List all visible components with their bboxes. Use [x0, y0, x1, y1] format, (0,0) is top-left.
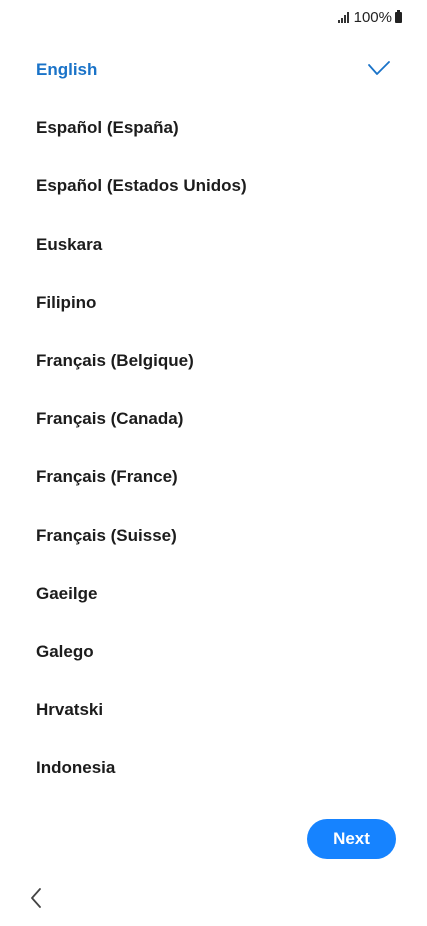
language-item[interactable]: Français (Canada) — [0, 390, 427, 448]
language-item[interactable]: Español (España) — [0, 99, 427, 157]
chevron-left-icon — [31, 888, 41, 908]
language-label: Filipino — [36, 292, 97, 312]
language-item[interactable]: English — [0, 41, 427, 99]
language-label: Hrvatski — [36, 700, 104, 720]
language-label: Español (España) — [36, 118, 179, 138]
language-label: Français (Belgique) — [36, 351, 194, 371]
next-button[interactable]: Next — [307, 819, 396, 859]
status-indicators: 100% — [337, 9, 402, 26]
check-icon — [368, 61, 390, 75]
language-item[interactable]: Galego — [0, 623, 427, 681]
language-label: Galego — [36, 641, 94, 661]
language-label: Indonesia — [36, 758, 116, 778]
language-label: Español (Estados Unidos) — [36, 176, 247, 196]
language-item[interactable]: Gaeilge — [0, 565, 427, 623]
language-item[interactable]: Français (France) — [0, 448, 427, 506]
status-bar: 100% — [0, 0, 427, 36]
language-item[interactable]: Français (Belgique) — [0, 332, 427, 390]
language-item[interactable]: Hrvatski — [0, 681, 427, 739]
signal-icon — [337, 12, 350, 23]
battery-icon — [395, 10, 402, 23]
language-label: English — [36, 60, 98, 80]
language-label: Français (France) — [36, 467, 178, 487]
language-item[interactable]: Français (Suisse) — [0, 507, 427, 565]
language-label: Euskara — [36, 234, 103, 254]
language-item[interactable]: Español (Estados Unidos) — [0, 157, 427, 215]
language-label: Français (Suisse) — [36, 525, 177, 545]
back-button[interactable] — [24, 884, 48, 912]
language-label: Français (Canada) — [36, 409, 184, 429]
language-item[interactable]: Indonesia — [0, 739, 427, 797]
language-item[interactable]: Filipino — [0, 274, 427, 332]
language-label: Gaeilge — [36, 583, 98, 603]
language-item[interactable]: Euskara — [0, 216, 427, 274]
language-list: English Español (España) Español (Estados … — [0, 41, 427, 797]
battery-percentage: 100% — [353, 9, 392, 26]
